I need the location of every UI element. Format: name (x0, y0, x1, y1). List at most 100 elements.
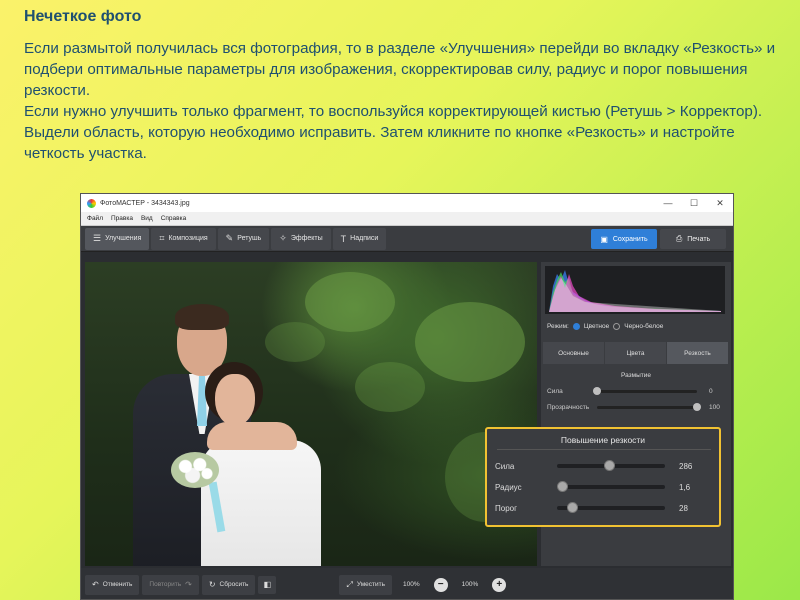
zoom-value-field[interactable]: 100% (462, 581, 479, 588)
tab-sharpness[interactable]: Резкость (667, 342, 728, 364)
slider-knob[interactable] (593, 386, 601, 395)
compare-button[interactable]: ◧ (258, 575, 277, 594)
window-title: ФотоМАСТЕР - 3434343.jpg (100, 199, 190, 207)
groom-hair (175, 304, 229, 330)
slide-paragraph-2: Если нужно улучшить только фрагмент, то … (24, 103, 763, 162)
zoom-out-button[interactable]: − (433, 577, 448, 592)
redo-label: Повторить (149, 581, 182, 588)
slider-track[interactable] (557, 502, 665, 513)
minimize-button[interactable]: — (655, 194, 681, 212)
close-button[interactable]: ✕ (707, 194, 733, 212)
reset-icon: ↻ (208, 580, 216, 589)
reset-button[interactable]: ↻ Сбросить (201, 574, 256, 595)
tab-colors[interactable]: Цвета (605, 342, 666, 364)
undo-icon: ↶ (92, 580, 99, 589)
sharpness-threshold-slider[interactable]: Порог 28 (495, 501, 715, 515)
menu-bar: Файл Правка Вид Справка (81, 212, 733, 226)
foliage (415, 302, 525, 382)
sharpness-section-title: Повышение резкости (560, 435, 646, 445)
slider-knob[interactable] (693, 402, 701, 411)
tab-enhancements[interactable]: ☰ Улучшения (85, 227, 150, 250)
sharpness-radius-slider[interactable]: Радиус 1,6 (495, 480, 715, 494)
sliders-icon: ☰ (93, 233, 102, 243)
slider-label: Радиус (495, 482, 522, 492)
mode-color-label: Цветное (583, 323, 610, 330)
slider-value: 286 (679, 461, 693, 471)
slider-knob[interactable] (557, 481, 569, 492)
tab-basic[interactable]: Основные (543, 342, 604, 364)
menu-view[interactable]: Вид (141, 215, 153, 222)
printer-icon: ⎙ (675, 234, 683, 243)
mode-selector: Режим: Цветное Черно-белое (547, 323, 663, 330)
main-toolbar: ☰ Улучшения ⌗ Композиция ✎ Ретушь ✧ Эффе… (81, 226, 733, 252)
bouquet (171, 452, 219, 488)
tab-captions[interactable]: T Надписи (332, 227, 387, 250)
mode-bw-label: Черно-белое (624, 323, 664, 330)
floppy-icon: ▣ (600, 234, 608, 244)
slider-track[interactable] (557, 460, 665, 471)
bride-face (215, 374, 255, 426)
menu-file[interactable]: Файл (87, 215, 103, 222)
foliage (305, 272, 395, 332)
slider-label: Прозрачность (547, 403, 590, 411)
tab-label: Надписи (350, 235, 379, 242)
blur-opacity-slider[interactable]: Прозрачность 100 (547, 401, 727, 413)
compare-icon: ◧ (263, 580, 272, 589)
slide-paragraph-1: Если размытой получилась вся фотография,… (24, 40, 776, 99)
slider-track[interactable] (597, 402, 701, 411)
bride-shoulders (207, 422, 297, 450)
histogram (545, 266, 725, 314)
blur-strength-slider[interactable]: Сила 0 (547, 385, 727, 397)
save-button[interactable]: ▣ Сохранить (591, 229, 657, 249)
maximize-button[interactable]: ☐ (681, 194, 707, 212)
app-logo-icon (87, 198, 96, 208)
app-window: ФотоМАСТЕР - 3434343.jpg — ☐ ✕ Файл Прав… (80, 193, 734, 600)
divider (497, 449, 711, 450)
panel-tabs: Основные Цвета Резкость (543, 342, 729, 364)
tab-label: Ретушь (237, 235, 262, 242)
brush-icon: ✎ (225, 233, 234, 243)
tab-composition[interactable]: ⌗ Композиция (151, 227, 216, 250)
tab-effects[interactable]: ✧ Эффекты (271, 227, 331, 250)
undo-label: Отменить (102, 581, 133, 588)
slider-track[interactable] (557, 481, 665, 492)
fit-button[interactable]: ⤢ Уместить (339, 574, 393, 595)
window-controls: — ☐ ✕ (655, 194, 733, 212)
redo-button[interactable]: Повторить ↷ (142, 574, 199, 595)
tab-label: Эффекты (290, 235, 323, 242)
blur-section-title: Размытие (620, 372, 651, 379)
slider-value: 1,6 (679, 482, 691, 492)
menu-help[interactable]: Справка (161, 215, 187, 222)
text-icon: T (340, 233, 347, 244)
tab-retouch[interactable]: ✎ Ретушь (217, 227, 270, 250)
menu-edit[interactable]: Правка (111, 215, 133, 222)
sharpness-panel-highlight: Повышение резкости Сила 286 Радиус 1,6 П… (485, 427, 721, 527)
bottom-toolbar: ↶ Отменить Повторить ↷ ↻ Сбросить ◧ ⤢ Ум… (81, 568, 733, 599)
photo-canvas[interactable] (85, 262, 537, 566)
slider-knob[interactable] (567, 502, 579, 513)
crop-icon: ⌗ (159, 233, 165, 243)
tab-label: Улучшения (105, 235, 142, 242)
redo-icon: ↷ (185, 580, 192, 589)
title-bar: ФотоМАСТЕР - 3434343.jpg — ☐ ✕ (81, 194, 733, 212)
save-label: Сохранить (612, 235, 648, 243)
reset-label: Сбросить (219, 581, 249, 588)
print-button[interactable]: ⎙ Печать (660, 229, 726, 249)
print-label: Печать (687, 235, 711, 243)
slider-knob[interactable] (603, 460, 615, 471)
slider-track[interactable] (593, 386, 697, 395)
sharpness-strength-slider[interactable]: Сила 286 (495, 459, 715, 473)
slide-title: Нечеткое фото (24, 8, 142, 25)
slider-value: 28 (679, 503, 688, 513)
slider-label: Сила (495, 461, 515, 471)
zoom-in-button[interactable]: + (492, 577, 507, 592)
radio-color[interactable] (572, 323, 580, 330)
undo-button[interactable]: ↶ Отменить (85, 574, 140, 595)
slider-label: Порог (495, 503, 518, 513)
foliage (355, 362, 425, 412)
mode-label: Режим: (547, 323, 569, 330)
radio-bw[interactable] (613, 323, 621, 330)
foliage (265, 322, 325, 362)
zoom-value-display: 100% (403, 581, 420, 588)
fit-label: Уместить (356, 581, 386, 588)
